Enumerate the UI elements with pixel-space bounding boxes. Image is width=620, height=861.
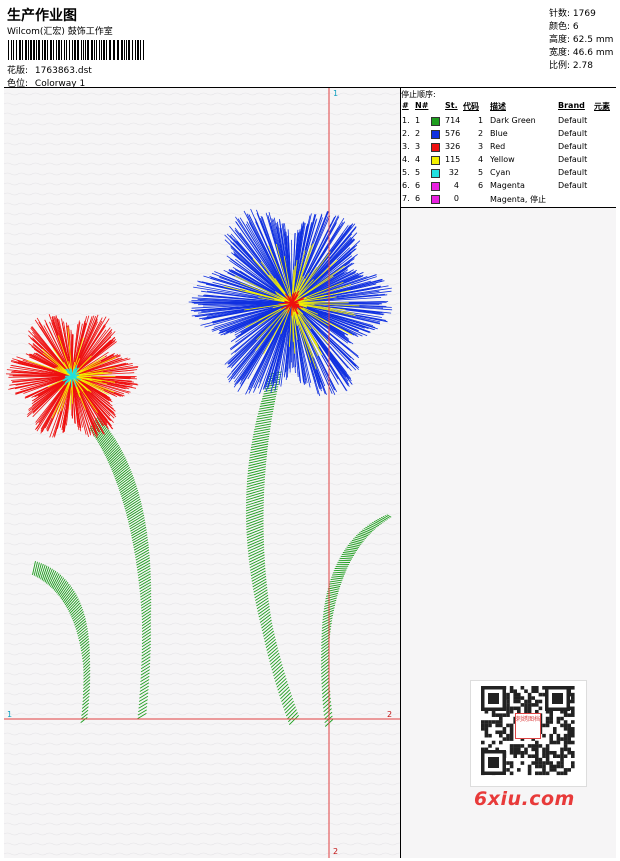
header-panel: 生产作业图 Wilcom(汇宏) 鼓饰工作室 花版: 1763863.dst 色… — [4, 4, 548, 89]
barcode-icon — [8, 40, 144, 60]
axis-label-bottom: 2 — [333, 847, 339, 856]
stop-row[interactable]: 3. 3 326 3 Red Default — [401, 142, 616, 155]
design-row: 花版: 1763863.dst — [7, 63, 92, 76]
col-header-st: St. — [445, 101, 458, 110]
stop-row[interactable]: 4. 4 115 4 Yellow Default — [401, 155, 616, 168]
col-header-n: N# — [415, 101, 429, 110]
page-title: 生产作业图 — [7, 8, 77, 24]
ratio-value: 2.78 — [572, 61, 593, 71]
design-label: 花版: — [7, 66, 29, 76]
embroidery-preview — [4, 88, 400, 858]
design-value: 1763863.dst — [34, 66, 92, 76]
width-stat: 宽度: 46.6 mm — [549, 48, 614, 58]
height-stat: 高度: 62.5 mm — [549, 35, 614, 45]
stop-row[interactable]: 7. 6 0 Magenta, 停止 — [401, 194, 616, 207]
design-canvas[interactable]: 1 1 2 2 — [4, 88, 401, 858]
stats-panel: 针数: 1769 颜色: 6 高度: 62.5 mm 宽度: 46.6 mm 比… — [547, 4, 616, 88]
width-value: 46.6 mm — [572, 48, 614, 58]
stop-row[interactable]: 5. 5 32 5 Cyan Default — [401, 168, 616, 181]
watermark-text: 6xiu.com — [474, 788, 575, 810]
colors-stat: 颜色: 6 — [549, 22, 579, 32]
stop-row[interactable]: 6. 6 4 6 Magenta Default — [401, 181, 616, 194]
ratio-stat: 比例: 2.78 — [549, 61, 593, 71]
axis-label-top: 1 — [333, 89, 339, 98]
stop-row[interactable]: 1. 1 714 1 Dark Green Default — [401, 116, 616, 129]
stitches-value: 1769 — [572, 9, 596, 19]
col-header-desc: 描述 — [490, 102, 506, 111]
stop-row[interactable]: 2. 2 576 2 Blue Default — [401, 129, 616, 142]
col-header-num: # — [402, 101, 409, 110]
axis-label-left: 1 — [7, 710, 13, 719]
color-swatch — [431, 117, 440, 126]
color-swatch — [431, 195, 440, 204]
color-swatch — [431, 182, 440, 191]
stop-sequence-title: 停止顺序: — [401, 90, 436, 99]
company-name: Wilcom(汇宏) 鼓饰工作室 — [7, 27, 113, 37]
colors-value: 6 — [572, 22, 579, 32]
col-header-brand: Brand — [558, 101, 585, 110]
color-swatch — [431, 130, 440, 139]
color-swatch — [431, 156, 440, 165]
color-swatch — [431, 143, 440, 152]
color-swatch — [431, 169, 440, 178]
qr-code-icon: 刺绣图档 — [470, 680, 587, 787]
stitches-stat: 针数: 1769 — [549, 9, 596, 19]
height-value: 62.5 mm — [572, 35, 614, 45]
qr-center-logo: 刺绣图档 — [515, 713, 541, 739]
col-header-element: 元素 — [594, 102, 610, 111]
col-header-code: 代码 — [463, 102, 479, 111]
stop-sequence-panel: 停止顺序: # N# St. 代码 描述 Brand 元素 1. 1 714 1… — [401, 88, 616, 208]
axis-label-right: 2 — [387, 710, 393, 719]
